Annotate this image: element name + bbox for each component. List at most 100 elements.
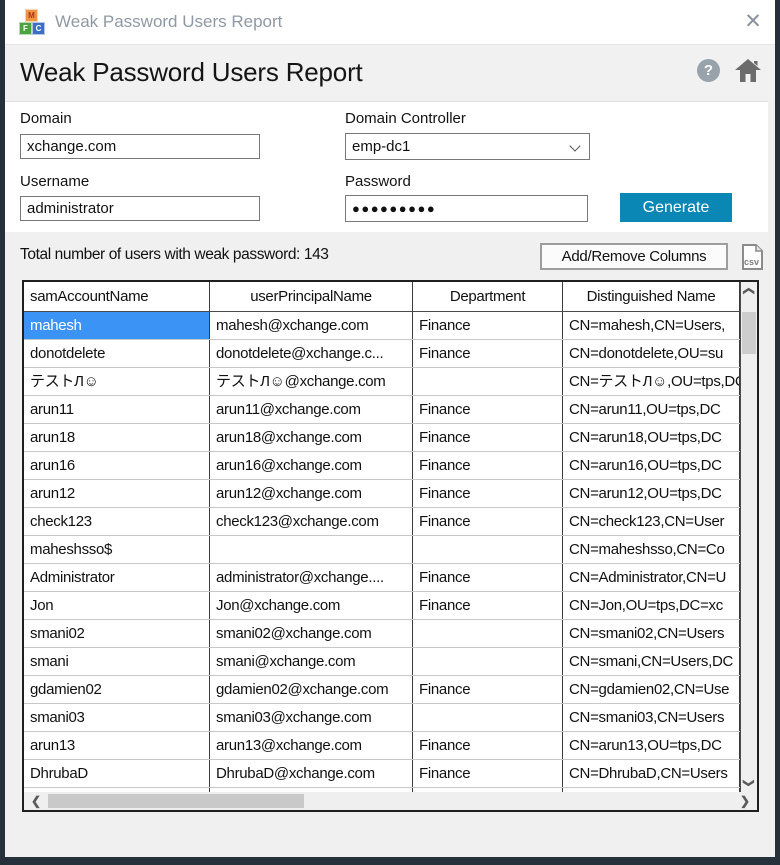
column-header-department[interactable]: Department — [413, 282, 563, 311]
scroll-down-icon[interactable]: ❯ — [741, 775, 757, 791]
table-cell-upn: arun13@xchange.com — [210, 732, 413, 759]
domain-input[interactable]: xchange.com — [20, 134, 260, 159]
table-cell-sam: check123 — [24, 508, 210, 535]
table-cell-dept: Finance — [413, 508, 563, 535]
status-row: Total number of users with weak password… — [5, 232, 775, 278]
table-cell-sam: Jon — [24, 592, 210, 619]
table-cell-sam: Administrator — [24, 564, 210, 591]
table-cell-upn: DhrubaD@xchange.com — [210, 760, 413, 787]
app-window: M F C Weak Password Users Report ✕ Weak … — [0, 0, 780, 865]
domain-controller-select[interactable]: emp-dc1 — [345, 133, 590, 160]
help-icon[interactable]: ? — [697, 59, 720, 82]
table-row[interactable]: smanismani@xchange.comCN=smani,CN=Users,… — [24, 648, 740, 676]
table-row[interactable]: arun12arun12@xchange.comFinanceCN=arun12… — [24, 480, 740, 508]
table-cell-dn: CN=gdamien02,CN=Use — [563, 676, 740, 703]
table-cell-upn: arun12@xchange.com — [210, 480, 413, 507]
table-cell-dept — [413, 620, 563, 647]
table-row[interactable]: テストЛ☺テストЛ☺@xchange.comCN=テストЛ☺,OU=tps,DC — [24, 368, 740, 396]
table-cell-sam: arun11 — [24, 396, 210, 423]
table-cell-upn: administrator@xchange.... — [210, 564, 413, 591]
scroll-left-icon[interactable]: ❮ — [28, 792, 44, 810]
table-cell-dept: Finance — [413, 564, 563, 591]
table-cell-upn: check123@xchange.com — [210, 508, 413, 535]
table-row[interactable]: maheshsso$ CN=maheshsso,CN=Co — [24, 536, 740, 564]
table-cell-dept — [413, 648, 563, 675]
chevron-down-icon — [569, 140, 580, 151]
table-cell-sam: arun12 — [24, 480, 210, 507]
window-title: Weak Password Users Report — [55, 12, 282, 32]
table-cell-dept: Finance — [413, 340, 563, 367]
table-cell-sam: smani03 — [24, 704, 210, 731]
table-cell-sam: smani — [24, 648, 210, 675]
vertical-scrollbar-thumb[interactable] — [742, 312, 756, 354]
vertical-scrollbar[interactable]: ❯ ❯ — [740, 282, 757, 792]
username-input[interactable]: administrator — [20, 196, 260, 221]
page-title: Weak Password Users Report — [20, 57, 363, 88]
generate-button[interactable]: Generate — [620, 193, 732, 222]
column-header-distinguishedname[interactable]: Distinguished Name — [563, 282, 740, 311]
total-users-text: Total number of users with weak password… — [20, 246, 329, 264]
home-icon[interactable] — [734, 56, 762, 84]
table-cell-upn: mahesh@xchange.com — [210, 312, 413, 339]
table-cell-upn: smani03@xchange.com — [210, 704, 413, 731]
table-row[interactable]: smani02smani02@xchange.comCN=smani02,CN=… — [24, 620, 740, 648]
table-cell-sam: DhrubaD — [24, 760, 210, 787]
table-cell-upn: arun18@xchange.com — [210, 424, 413, 451]
page-header: Weak Password Users Report ? — [5, 45, 775, 100]
table-cell-dept — [413, 368, 563, 395]
app-icon-block-top: M — [25, 9, 38, 22]
table-cell-upn: arun11@xchange.com — [210, 396, 413, 423]
scroll-right-icon[interactable]: ❯ — [737, 792, 753, 810]
table-row[interactable]: maheshmahesh@xchange.comFinanceCN=mahesh… — [24, 312, 740, 340]
table-cell-dn: CN=arun18,OU=tps,DC — [563, 424, 740, 451]
table-cell-dept: Finance — [413, 452, 563, 479]
column-header-samaccountname[interactable]: samAccountName — [24, 282, 210, 311]
table-row[interactable]: arun11arun11@xchange.comFinanceCN=arun11… — [24, 396, 740, 424]
column-header-userprincipalname[interactable]: userPrincipalName — [210, 282, 413, 311]
table-header-row: samAccountName userPrincipalName Departm… — [24, 282, 740, 312]
table-cell-dn: CN=arun13,OU=tps,DC — [563, 732, 740, 759]
table-row[interactable]: JonJon@xchange.comFinanceCN=Jon,OU=tps,D… — [24, 592, 740, 620]
table-row[interactable]: gdamien02gdamien02@xchange.comFinanceCN=… — [24, 676, 740, 704]
table-cell-dept: Finance — [413, 424, 563, 451]
app-icon-block-right: C — [32, 22, 45, 35]
domain-controller-label: Domain Controller — [345, 110, 466, 127]
table-row[interactable]: check123check123@xchange.comFinanceCN=ch… — [24, 508, 740, 536]
table-cell-sam: テストЛ☺ — [24, 368, 210, 395]
title-bar[interactable]: M F C Weak Password Users Report ✕ — [5, 0, 775, 45]
table-row[interactable]: arun13arun13@xchange.comFinanceCN=arun13… — [24, 732, 740, 760]
table-cell-dept: Finance — [413, 480, 563, 507]
horizontal-scrollbar-thumb[interactable] — [48, 794, 304, 808]
table-row[interactable]: arun16arun16@xchange.comFinanceCN=arun16… — [24, 452, 740, 480]
svg-text:csv: csv — [744, 257, 759, 267]
table-cell-dept — [413, 536, 563, 563]
domain-label: Domain — [20, 110, 72, 127]
username-label: Username — [20, 173, 89, 190]
weak-password-users-table: samAccountName userPrincipalName Departm… — [22, 280, 759, 812]
scroll-up-icon[interactable]: ❯ — [741, 283, 757, 299]
domain-controller-value: emp-dc1 — [352, 138, 410, 155]
horizontal-scrollbar[interactable]: ❮ ❯ — [24, 792, 757, 810]
add-remove-columns-button[interactable]: Add/Remove Columns — [540, 243, 728, 270]
table-row[interactable]: smani03smani03@xchange.com CN=smani03,CN=… — [24, 704, 740, 732]
table-row[interactable]: Administratoradministrator@xchange....Fi… — [24, 564, 740, 592]
table-cell-upn: donotdelete@xchange.c... — [210, 340, 413, 367]
table-cell-dn: CN=arun16,OU=tps,DC — [563, 452, 740, 479]
table-row[interactable]: DhrubaDDhrubaD@xchange.comFinanceCN=Dhru… — [24, 760, 740, 788]
password-input[interactable]: ●●●●●●●●● — [345, 195, 588, 222]
table-cell-sam: maheshsso$ — [24, 536, 210, 563]
table-row[interactable]: donotdeletedonotdelete@xchange.c...Finan… — [24, 340, 740, 368]
table-cell-upn: gdamien02@xchange.com — [210, 676, 413, 703]
table-row[interactable]: arun18arun18@xchange.comFinanceCN=arun18… — [24, 424, 740, 452]
table-cell-dept: Finance — [413, 592, 563, 619]
table-cell-dn: CN=maheshsso,CN=Co — [563, 536, 740, 563]
table-cell-dn: CN=mahesh,CN=Users, — [563, 312, 740, 339]
table-cell-dept: Finance — [413, 760, 563, 787]
credentials-form: Domain xchange.com Domain Controller emp… — [5, 101, 768, 232]
app-icon: M F C — [19, 9, 46, 36]
csv-export-icon[interactable]: csv — [736, 241, 768, 273]
table-cell-dn: CN=arun12,OU=tps,DC — [563, 480, 740, 507]
table-cell-sam: smani02 — [24, 620, 210, 647]
close-icon[interactable]: ✕ — [739, 8, 767, 36]
table-cell-dn: CN=smani03,CN=Users — [563, 704, 740, 731]
